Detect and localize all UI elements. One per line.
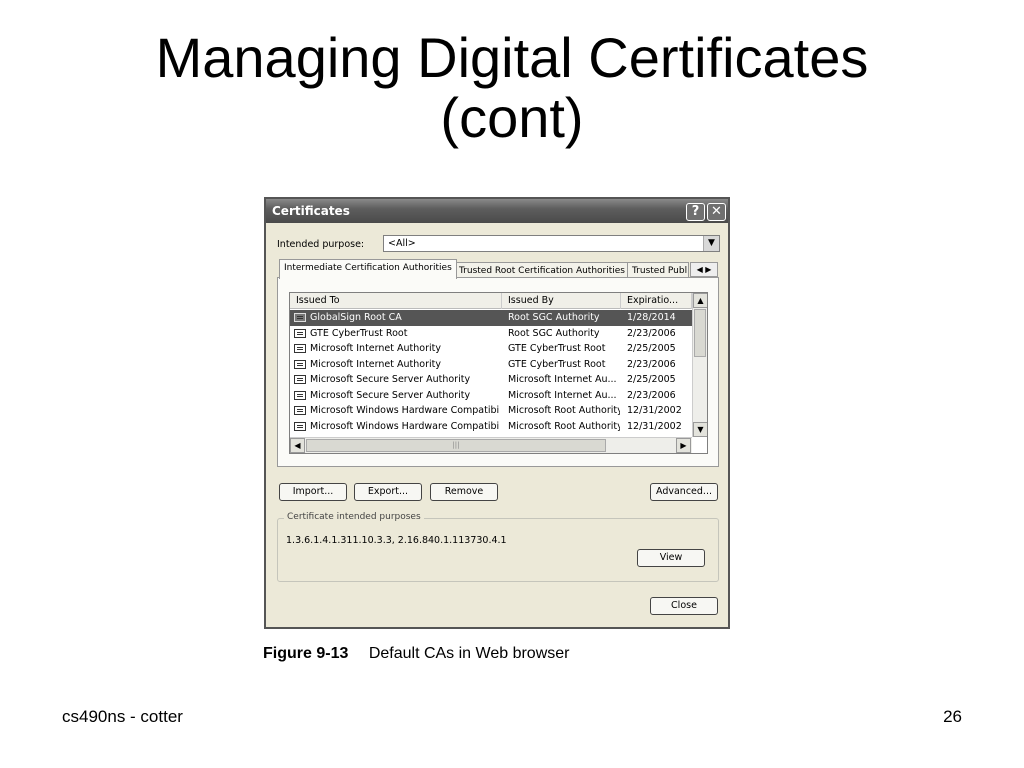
certificate-icon [294, 359, 306, 369]
table-row[interactable]: GlobalSign Root CA Root SGC Authority 1/28… [290, 310, 692, 326]
slide-title: Managing Digital Certificates (cont) [0, 28, 1024, 148]
slide-number: 26 [943, 707, 962, 726]
intended-purpose-value: <All> [388, 238, 416, 249]
table-row[interactable]: Microsoft Internet Authority GTE CyberTru… [290, 357, 692, 373]
cell-issued-by: GTE CyberTrust Root [508, 343, 606, 354]
tab-scroll-buttons[interactable]: ◀ ▶ [690, 262, 718, 277]
certificate-icon [294, 390, 306, 400]
tab-label: Trusted Publ [632, 266, 688, 276]
tab-intermediate-ca[interactable]: Intermediate Certification Authorities [279, 259, 457, 279]
cell-issued-to: Microsoft Windows Hardware Compatibility [310, 420, 500, 432]
cell-expiration: 2/23/2006 [627, 327, 676, 339]
cell-expiration: 1/28/2014 [627, 312, 676, 323]
vertical-scrollbar[interactable]: ▲ ▼ [692, 293, 707, 437]
horizontal-scroll-thumb[interactable]: ||| [306, 439, 606, 452]
tab-label: Intermediate Certification Authorities [284, 263, 452, 273]
purposes-value: 1.3.6.1.4.1.311.10.3.3, 2.16.840.1.11373… [286, 535, 507, 546]
table-row[interactable]: Microsoft Secure Server Authority Microso… [290, 388, 692, 404]
intended-purpose-label: Intended purpose: [277, 239, 365, 250]
cell-expiration: 2/23/2006 [627, 358, 676, 370]
cell-issued-to: Microsoft Internet Authority [310, 343, 441, 354]
purposes-group: Certificate intended purposes 1.3.6.1.4.… [277, 512, 719, 582]
list-header: Issued To Issued By Expiratio... [290, 293, 692, 309]
table-row[interactable]: Microsoft Windows Hardware Compatibility… [290, 419, 692, 435]
certificate-icon [294, 344, 306, 353]
cell-issued-by: Microsoft Internet Au... [508, 389, 617, 401]
cell-issued-by: GTE CyberTrust Root [508, 358, 606, 370]
help-button[interactable]: ? [686, 203, 705, 221]
chevron-left-icon[interactable]: ◀ [697, 265, 703, 274]
close-window-button[interactable]: ✕ [707, 203, 726, 221]
scroll-left-icon[interactable]: ◀ [290, 438, 305, 453]
import-button[interactable]: Import... [279, 483, 347, 501]
view-button[interactable]: View [637, 549, 705, 567]
column-issued-to[interactable]: Issued To [290, 293, 502, 309]
scroll-down-icon[interactable]: ▼ [693, 422, 707, 437]
footer-author: cs490ns - cotter [62, 707, 183, 726]
cell-issued-by: Microsoft Root Authority [508, 420, 620, 432]
cell-expiration: 12/31/2002 [627, 405, 682, 416]
figure-caption: Figure 9-13 Default CAs in Web browser [263, 645, 569, 663]
cell-issued-to: Microsoft Secure Server Authority [310, 389, 471, 401]
intended-purpose-select[interactable]: <All> ▼ [383, 235, 720, 252]
dialog-title: Certificates [272, 204, 350, 218]
chevron-down-icon[interactable]: ▼ [703, 236, 719, 251]
column-issued-by[interactable]: Issued By [502, 293, 621, 309]
slide-title-line-1: Managing Digital Certificates [155, 26, 869, 89]
horizontal-scrollbar[interactable]: ◀ ||| ▶ [290, 437, 692, 453]
figure-number: Figure 9-13 [263, 645, 349, 662]
question-mark-icon: ? [691, 204, 700, 219]
scroll-up-icon[interactable]: ▲ [693, 293, 707, 308]
tab-panel: Issued To Issued By Expiratio... GlobalS… [277, 277, 719, 467]
chevron-right-icon[interactable]: ▶ [705, 265, 711, 274]
vertical-scroll-thumb[interactable] [694, 309, 706, 357]
table-row[interactable]: Microsoft Secure Server Authority Microso… [290, 372, 692, 388]
close-button[interactable]: Close [650, 597, 718, 615]
cell-issued-by: Root SGC Authority [508, 327, 600, 339]
cell-expiration: 2/25/2005 [627, 343, 676, 354]
table-row[interactable]: Microsoft Internet Authority GTE CyberTru… [290, 341, 692, 357]
dialog-titlebar[interactable]: Certificates [266, 199, 728, 223]
figure-caption-text: Default CAs in Web browser [368, 645, 570, 662]
export-button[interactable]: Export... [354, 483, 422, 501]
certificate-icon [294, 313, 306, 322]
remove-button[interactable]: Remove [430, 483, 498, 501]
certificate-list[interactable]: Issued To Issued By Expiratio... GlobalS… [289, 292, 708, 454]
cell-issued-to: Microsoft Internet Authority [310, 358, 441, 370]
cell-issued-to: Microsoft Windows Hardware Compatibility [310, 405, 500, 416]
slide-title-line-2: (cont) [440, 86, 584, 149]
column-expiration[interactable]: Expiratio... [621, 293, 692, 309]
cell-issued-by: Root SGC Authority [508, 312, 600, 323]
tab-label: Trusted Root Certification Authorities [459, 266, 625, 276]
certificate-icon [294, 328, 306, 338]
scroll-right-icon[interactable]: ▶ [676, 438, 691, 453]
certificate-icon [294, 406, 306, 415]
table-row[interactable]: Microsoft Windows Hardware Compatibility… [290, 403, 692, 419]
table-row[interactable]: GTE CyberTrust Root Root SGC Authority 2/2… [290, 326, 692, 342]
certificates-dialog: Certificates ? ✕ Intended purpose: <All>… [264, 197, 730, 629]
cell-issued-by: Microsoft Root Authority [508, 405, 620, 416]
close-icon: ✕ [711, 204, 722, 219]
advanced-button[interactable]: Advanced... [650, 483, 718, 501]
cell-expiration: 2/23/2006 [627, 389, 676, 401]
certificate-icon [294, 421, 306, 431]
purposes-group-title: Certificate intended purposes [284, 512, 424, 522]
cell-issued-to: GlobalSign Root CA [310, 312, 402, 323]
certificate-icon [294, 375, 306, 384]
cell-issued-to: GTE CyberTrust Root [310, 327, 408, 339]
cell-expiration: 12/31/2002 [627, 420, 682, 432]
cell-issued-to: Microsoft Secure Server Authority [310, 374, 471, 385]
cell-expiration: 2/25/2005 [627, 374, 676, 385]
cell-issued-by: Microsoft Internet Au... [508, 374, 617, 385]
